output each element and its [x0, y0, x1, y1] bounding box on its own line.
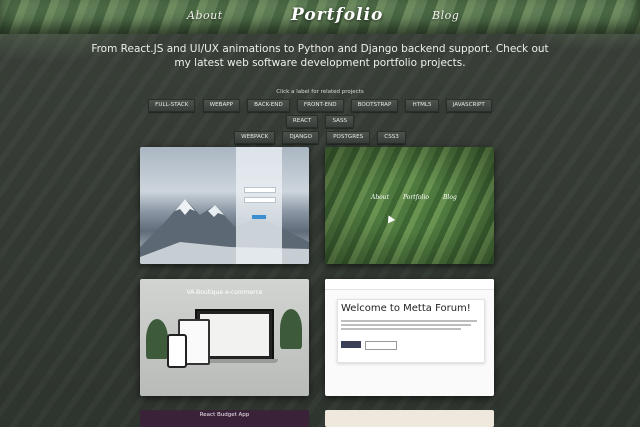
project-card-partial[interactable] [325, 410, 494, 427]
plant-left-image [146, 319, 168, 359]
nav-about-link[interactable]: About [187, 9, 223, 22]
preview-about-label: About [371, 194, 390, 201]
forum-title: Welcome to Metta Forum! [341, 303, 471, 314]
project-card-login[interactable] [140, 147, 309, 264]
forum-text-line [341, 320, 477, 322]
project-card-budget[interactable]: React Budget App [140, 410, 309, 427]
nav-blog-link[interactable]: Blog [432, 9, 459, 22]
tag-django[interactable]: DJANGO [282, 131, 320, 144]
tag-full-stack[interactable]: FULL-STACK [148, 99, 196, 112]
brand-title[interactable]: Portfolio [291, 5, 383, 25]
plant-right-image [280, 309, 302, 349]
tag-bootstrap[interactable]: BOOTSTRAP [350, 99, 399, 112]
forum-text-line [341, 324, 471, 326]
ecommerce-title: VA-Boutique e-commerce [186, 289, 263, 296]
preview-blog-label: Blog [443, 194, 457, 201]
tag-front-end[interactable]: FRONT-END [296, 99, 344, 112]
tag-javascript[interactable]: JAVASCRIPT [445, 99, 492, 112]
login-password-field [244, 197, 276, 203]
project-card-forum[interactable]: Welcome to Metta Forum! [325, 279, 494, 396]
phone-mockup [167, 334, 187, 368]
tag-css3[interactable]: CSS3 [377, 131, 406, 144]
intro-text: From React.JS and UI/UX animations to Py… [91, 43, 549, 69]
tag-postgres[interactable]: POSTGRES [326, 131, 371, 144]
filter-hint: Click a label for related projects [276, 89, 364, 95]
mountain-image [140, 199, 309, 264]
tag-html5[interactable]: HTML5 [405, 99, 439, 112]
tag-webpack[interactable]: WEBPACK [234, 131, 276, 144]
tag-react[interactable]: REACT [285, 115, 319, 128]
login-email-field [244, 187, 276, 193]
tag-filter-list: FULL-STACK WEBAPP BACK-END FRONT-END BOO… [140, 99, 500, 147]
tag-sass[interactable]: SASS [325, 115, 355, 128]
tag-webapp[interactable]: WEBAPP [202, 99, 241, 112]
login-panel [236, 147, 282, 264]
budget-title: React Budget App [199, 412, 250, 418]
forum-header-bar [325, 279, 494, 290]
preview-brand-label: Portfolio [403, 194, 429, 201]
forum-primary-button [341, 341, 361, 348]
tag-back-end[interactable]: BACK-END [247, 99, 290, 112]
project-card-portfolio[interactable]: About Portfolio Blog [325, 147, 494, 264]
login-button [252, 215, 266, 219]
vignette-overlay [325, 147, 494, 264]
forum-secondary-button [365, 341, 397, 350]
project-card-ecommerce[interactable]: VA-Boutique e-commerce [140, 279, 309, 396]
forum-text-line [341, 328, 461, 330]
